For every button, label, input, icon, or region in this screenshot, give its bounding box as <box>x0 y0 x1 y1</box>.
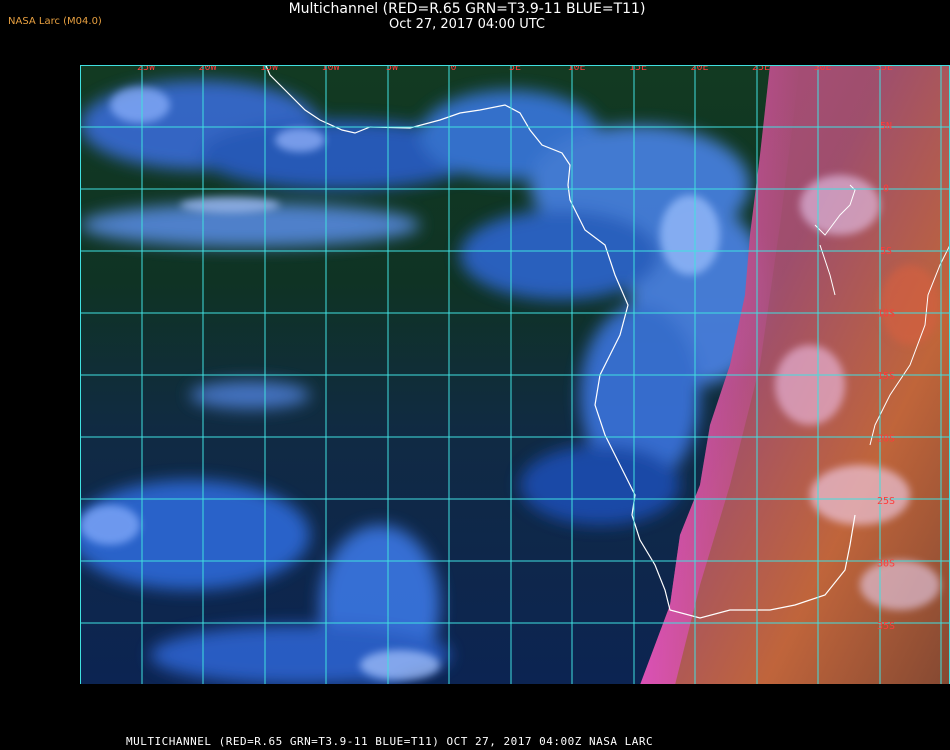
longitude-label: 5W <box>386 65 399 73</box>
longitude-label: 10E <box>567 65 585 73</box>
map-title: Multichannel (RED=R.65 GRN=T3.9-11 BLUE=… <box>288 1 646 17</box>
satellite-map[interactable]: 25W 20W 15W 10W 5W 0 5E 10E 15E 20E 25E 30E 35E 5N 0 5… <box>80 65 950 685</box>
longitude-label: 15W <box>260 65 279 73</box>
latitude-label: 5S <box>880 246 892 257</box>
longitude-label: 0 <box>450 65 456 73</box>
latitude-label: 35S <box>877 621 895 632</box>
latitude-label: 15S <box>877 371 895 382</box>
latitude-label: 20S <box>877 434 895 445</box>
longitude-label: 25W <box>137 65 156 73</box>
map-timestamp: Oct 27, 2017 04:00 UTC <box>389 17 545 32</box>
longitude-label: 10W <box>321 65 340 73</box>
latitude-label: 5N <box>880 121 892 132</box>
longitude-label: 20E <box>690 65 708 73</box>
latitude-label: 10S <box>877 309 895 320</box>
latitude-label: 25S <box>877 496 895 507</box>
latitude-label: 0 <box>883 184 889 195</box>
longitude-label: 20W <box>198 65 217 73</box>
footer-band <box>80 684 950 724</box>
longitude-label: 5E <box>509 65 521 73</box>
longitude-label: 35E <box>875 65 893 73</box>
longitude-label: 30E <box>813 65 831 73</box>
longitude-label: 25E <box>752 65 770 73</box>
longitude-label: 15E <box>629 65 647 73</box>
latitude-label: 30S <box>877 559 895 570</box>
footer-caption: MULTICHANNEL (RED=R.65 GRN=T3.9-11 BLUE=… <box>126 735 654 748</box>
